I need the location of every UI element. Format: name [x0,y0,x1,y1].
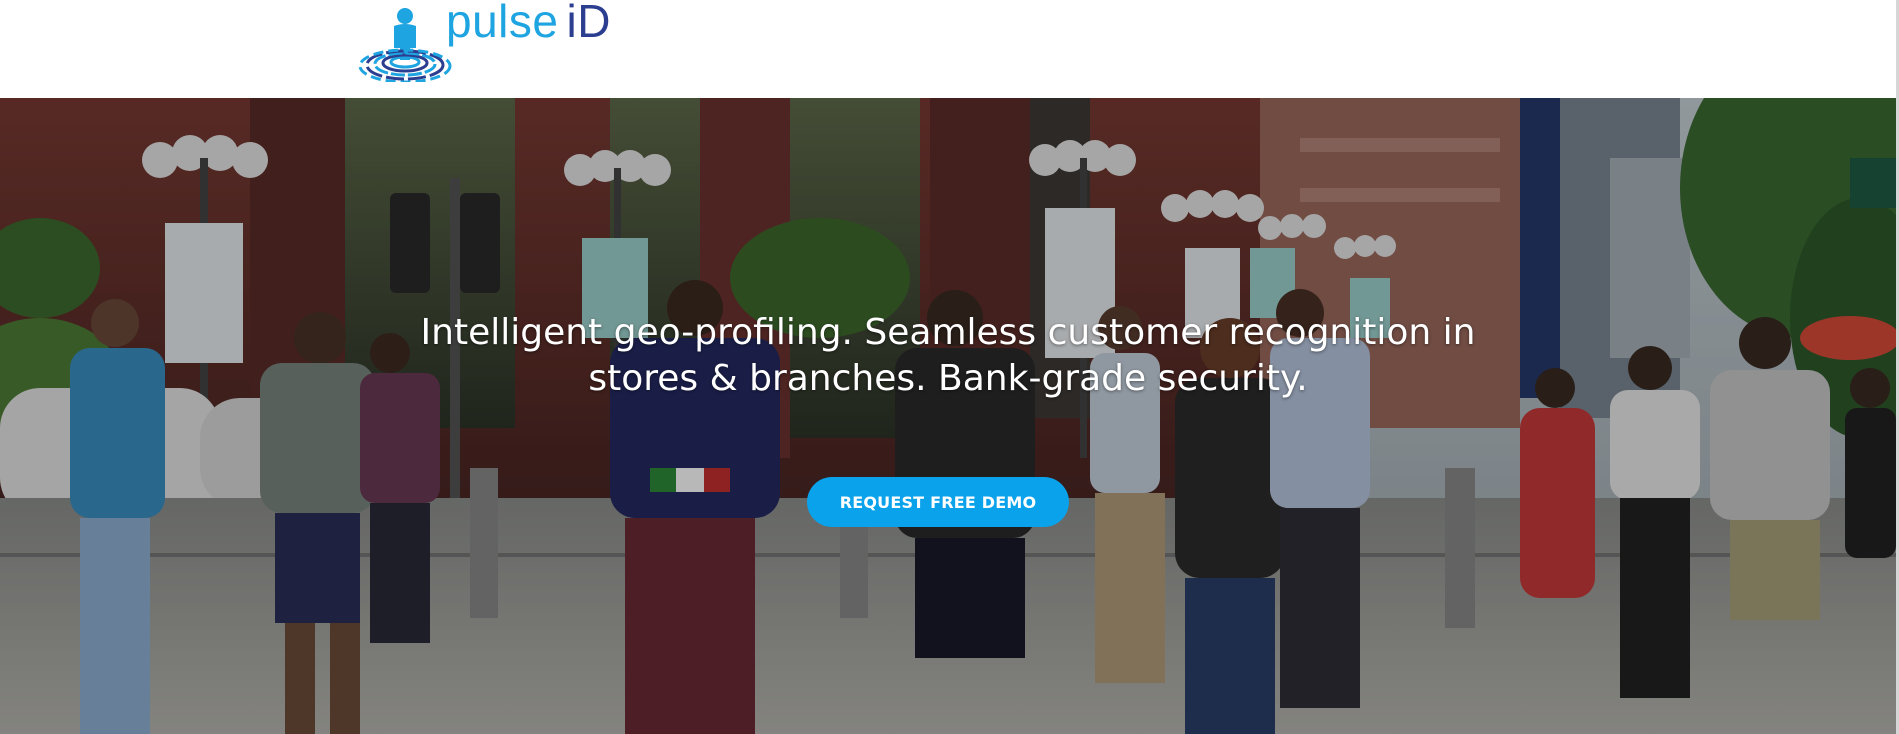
page: pulse iD Intelligent geo-profiling. Seam… [0,0,1899,734]
logo-word-pulse: pulse [446,0,559,47]
site-header: pulse iD [0,0,1899,98]
request-free-demo-button[interactable]: REQUEST FREE DEMO [807,477,1069,527]
logo-word-id: iD [566,0,611,47]
pulseid-logo[interactable]: pulse iD [358,0,618,82]
logo-wordmark: pulse iD [446,0,611,44]
hero-dim-overlay [0,98,1896,734]
hero-section: Intelligent geo-profiling. Seamless cust… [0,98,1896,734]
hero-headline: Intelligent geo-profiling. Seamless cust… [420,312,1476,399]
person-fingerprint-icon [358,8,452,82]
